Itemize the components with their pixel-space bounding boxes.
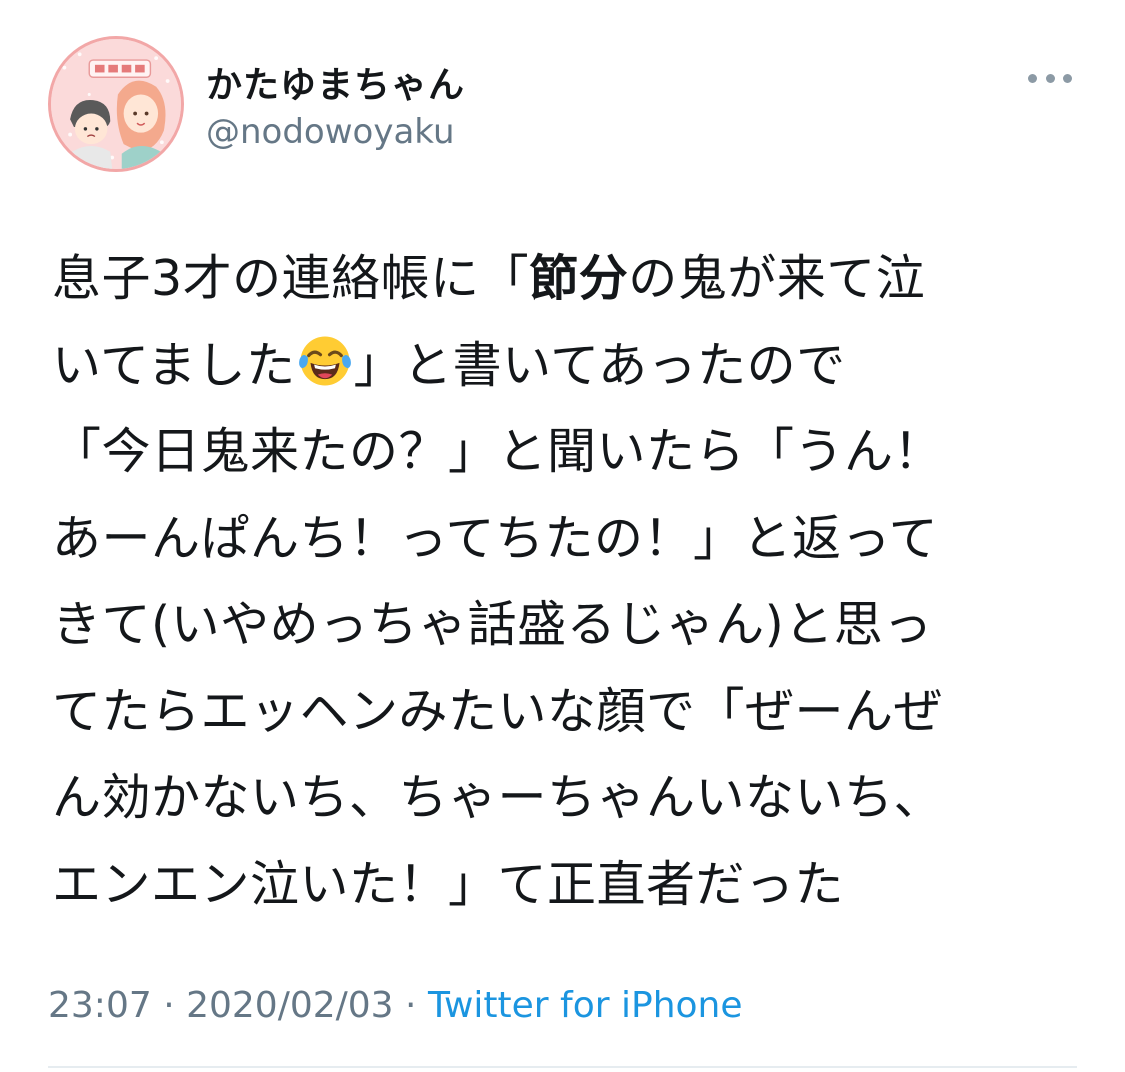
tweet-date[interactable]: 2020/02/03 [186, 985, 394, 1026]
avatar-illustration [51, 39, 181, 169]
more-horizontal-icon-dot [1063, 73, 1072, 83]
tweet-text-segment: あーんぱんち！ってちたの！」と返って [52, 509, 939, 567]
user-handle[interactable]: @nodowoyaku [206, 112, 455, 152]
tweet-card: かたゆまちゃん @nodowoyaku 息子3才の連絡帳に「節分の鬼が来て泣 いて… [0, 0, 1125, 1072]
meta-separator: · [151, 985, 187, 1026]
face-with-tears-of-joy-emoji [298, 336, 351, 385]
tweet-text-line: 息子3才の連絡帳に「節分の鬼が来て泣 [52, 236, 1072, 323]
tweet-text-line: きて(いやめっちゃ話盛るじゃん)と思っ [52, 582, 1072, 669]
divider [48, 1066, 1077, 1068]
emoji-wrapper [296, 336, 354, 394]
tweet-text-line: ん効かないち、ちゃーちゃんいないち、 [52, 755, 1072, 842]
tweet-text-segment: てたらエッヘンみたいな顔で「ぜーんぜ [52, 682, 944, 740]
tweet-source-link[interactable]: Twitter for iPhone [428, 985, 743, 1026]
tweet-header: かたゆまちゃん @nodowoyaku [48, 36, 1078, 176]
tweet-text-line: いてました 」と書いてあったので [52, 323, 1072, 410]
tweet-text-line: 「今日鬼来たの？」と聞いたら「うん！ [52, 409, 1072, 496]
tweet-text-segment: ん効かないち、ちゃーちゃんいないち、 [52, 769, 944, 826]
tweet-text-segment: の鬼が来て泣 [628, 250, 926, 307]
meta-separator: · [393, 985, 428, 1026]
tweet-text-segment: きて(いやめっちゃ話盛るじゃん)と思っ [52, 596, 933, 653]
tweet-text-segment: いてました [52, 336, 296, 394]
tweet-text-line: エンエン泣いた！」て正直者だった [52, 842, 1072, 929]
tweet-text-segment: 息子3才の連絡帳に「 [52, 250, 530, 307]
tweet-time[interactable]: 23:07 [48, 985, 152, 1026]
tweet-meta: 23:07 · 2020/02/03 · Twitter for iPhone [48, 985, 743, 1026]
display-name[interactable]: かたゆまちゃん [206, 56, 465, 108]
more-horizontal-icon [1028, 73, 1037, 83]
tweet-text-segment: 「今日鬼来たの？」と聞いたら「うん！ [52, 423, 944, 480]
tweet-text-bold: 節分 [529, 250, 629, 307]
tweet-text-segment: 」と書いてあったので [353, 336, 846, 394]
tweet-text: 息子3才の連絡帳に「節分の鬼が来て泣 いてました 」と書いてあったので 「今日鬼来たの… [52, 236, 1072, 928]
more-options-button[interactable] [1028, 68, 1072, 88]
tweet-text-segment: エンエン泣いた！」て正直者だった [52, 855, 845, 913]
more-horizontal-icon-dot [1045, 73, 1055, 83]
tweet-text-line: あーんぱんち！ってちたの！」と返って [52, 496, 1072, 583]
avatar[interactable] [48, 36, 184, 172]
tweet-text-line: てたらエッヘンみたいな顔で「ぜーんぜ [52, 669, 1072, 756]
